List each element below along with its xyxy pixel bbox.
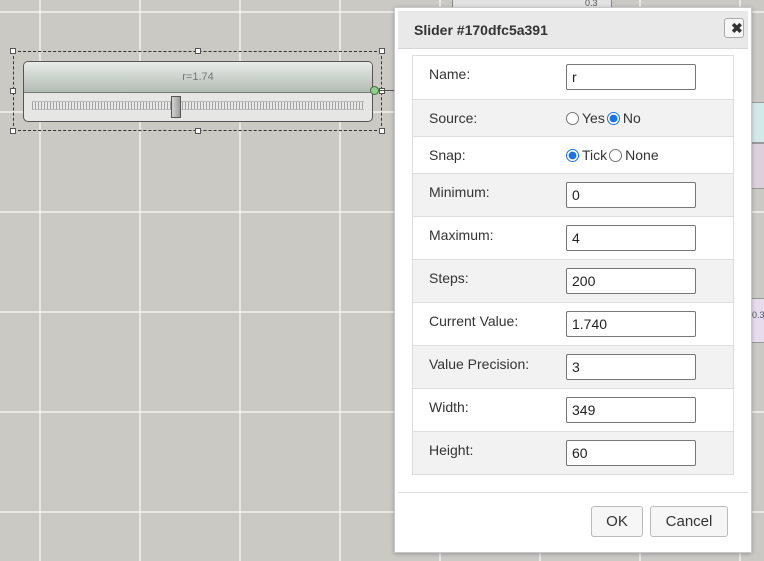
value-precision-label: Value Precision: [429, 356, 530, 372]
background-node-right-label: 0.3 [752, 310, 764, 320]
ok-button[interactable]: OK [591, 506, 643, 537]
row-width: Width: [413, 388, 733, 431]
snap-label: Snap: [429, 147, 466, 163]
background-node-right-3 [750, 298, 764, 343]
width-input[interactable] [566, 397, 696, 423]
slider-track[interactable] [32, 101, 364, 110]
current-value-input[interactable] [566, 311, 696, 337]
row-snap: Snap: Tick None [413, 136, 733, 173]
value-precision-input[interactable] [566, 354, 696, 380]
resize-handle-left[interactable] [10, 88, 16, 94]
slider-thumb[interactable] [171, 96, 182, 118]
resize-handle-top-right[interactable] [379, 48, 385, 54]
source-yes-label: Yes [582, 110, 605, 126]
background-node-right-1 [750, 102, 764, 143]
row-steps: Steps: [413, 259, 733, 302]
resize-handle-bottom-right[interactable] [379, 128, 385, 134]
dialog-title-bar[interactable]: Slider #170dfc5a391 ✖ [398, 11, 748, 49]
slider-properties-dialog: Slider #170dfc5a391 ✖ Name: Source: Yes … [394, 7, 752, 553]
minimum-input[interactable] [566, 182, 696, 208]
close-icon: ✖ [731, 20, 743, 36]
slider-widget[interactable]: r=1.74 [23, 61, 373, 122]
output-port-icon[interactable] [370, 86, 379, 95]
steps-label: Steps: [429, 270, 469, 286]
resize-handle-bottom-left[interactable] [10, 128, 16, 134]
resize-handle-top[interactable] [195, 48, 201, 54]
properties-form: Name: Source: Yes No Snap: Tic [412, 55, 734, 475]
snap-tick-option[interactable]: Tick [566, 147, 607, 163]
output-wire [380, 90, 394, 91]
source-no-radio[interactable] [606, 111, 620, 125]
source-no-label: No [622, 110, 641, 126]
snap-tick-radio[interactable] [566, 148, 579, 162]
height-input[interactable] [566, 440, 696, 466]
minimum-label: Minimum: [429, 184, 490, 200]
height-label: Height: [429, 442, 474, 458]
snap-radio-group: Tick None [566, 147, 661, 163]
row-name: Name: [413, 56, 733, 99]
steps-input[interactable] [566, 268, 696, 294]
name-label: Name: [429, 66, 471, 82]
resize-handle-top-left[interactable] [10, 48, 16, 54]
row-value-precision: Value Precision: [413, 345, 733, 388]
row-maximum: Maximum: [413, 216, 733, 259]
name-input[interactable] [566, 64, 696, 90]
source-no-option[interactable]: No [606, 110, 641, 126]
resize-handle-bottom[interactable] [195, 128, 201, 134]
row-source: Source: Yes No [413, 99, 733, 136]
width-label: Width: [429, 399, 469, 415]
dialog-title: Slider #170dfc5a391 [414, 22, 548, 38]
footer-divider [398, 492, 748, 493]
snap-none-radio[interactable] [609, 148, 623, 162]
source-yes-radio[interactable] [566, 111, 579, 125]
source-label: Source: [429, 110, 478, 126]
snap-none-option[interactable]: None [609, 147, 659, 163]
row-current-value: Current Value: [413, 302, 733, 345]
background-node-right-2 [750, 143, 764, 189]
cancel-button[interactable]: Cancel [650, 506, 728, 537]
maximum-label: Maximum: [429, 227, 494, 243]
current-value-label: Current Value: [429, 313, 519, 329]
slider-label: r=1.74 [24, 62, 372, 93]
snap-tick-label: Tick [582, 147, 608, 163]
snap-none-label: None [625, 147, 659, 163]
close-button[interactable]: ✖ [724, 18, 744, 38]
source-radio-group: Yes No [566, 110, 643, 126]
source-yes-option[interactable]: Yes [566, 110, 605, 126]
resize-handle-right[interactable] [379, 88, 385, 94]
row-height: Height: [413, 431, 733, 474]
maximum-input[interactable] [566, 225, 696, 251]
row-minimum: Minimum: [413, 173, 733, 216]
